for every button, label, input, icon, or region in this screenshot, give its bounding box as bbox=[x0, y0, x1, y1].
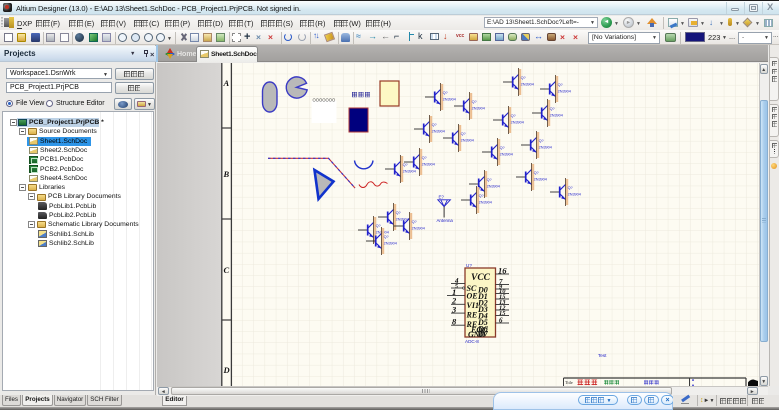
svg-text:ADC-8: ADC-8 bbox=[465, 339, 479, 344]
svg-text:D: D bbox=[223, 365, 230, 375]
svg-text:A: A bbox=[223, 78, 230, 88]
svg-text:RE: RE bbox=[466, 311, 478, 320]
svg-text:OOOOOOO: OOOOOOO bbox=[313, 98, 337, 103]
svg-text:E?: E? bbox=[439, 195, 445, 200]
svg-text:OE: OE bbox=[467, 292, 478, 301]
svg-text:GND: GND bbox=[468, 330, 486, 339]
svg-text:Antenna: Antenna bbox=[437, 218, 454, 223]
svg-text:16: 16 bbox=[498, 265, 507, 275]
svg-text:6: 6 bbox=[499, 317, 503, 325]
svg-text:B: B bbox=[223, 169, 230, 179]
svg-text:VCC: VCC bbox=[471, 273, 491, 283]
svg-text:3: 3 bbox=[451, 304, 457, 314]
svg-text:U?: U? bbox=[466, 263, 472, 268]
svg-text:Title: Title bbox=[565, 380, 573, 385]
svg-text:Test: Test bbox=[598, 353, 607, 358]
svg-text:C: C bbox=[224, 265, 230, 275]
